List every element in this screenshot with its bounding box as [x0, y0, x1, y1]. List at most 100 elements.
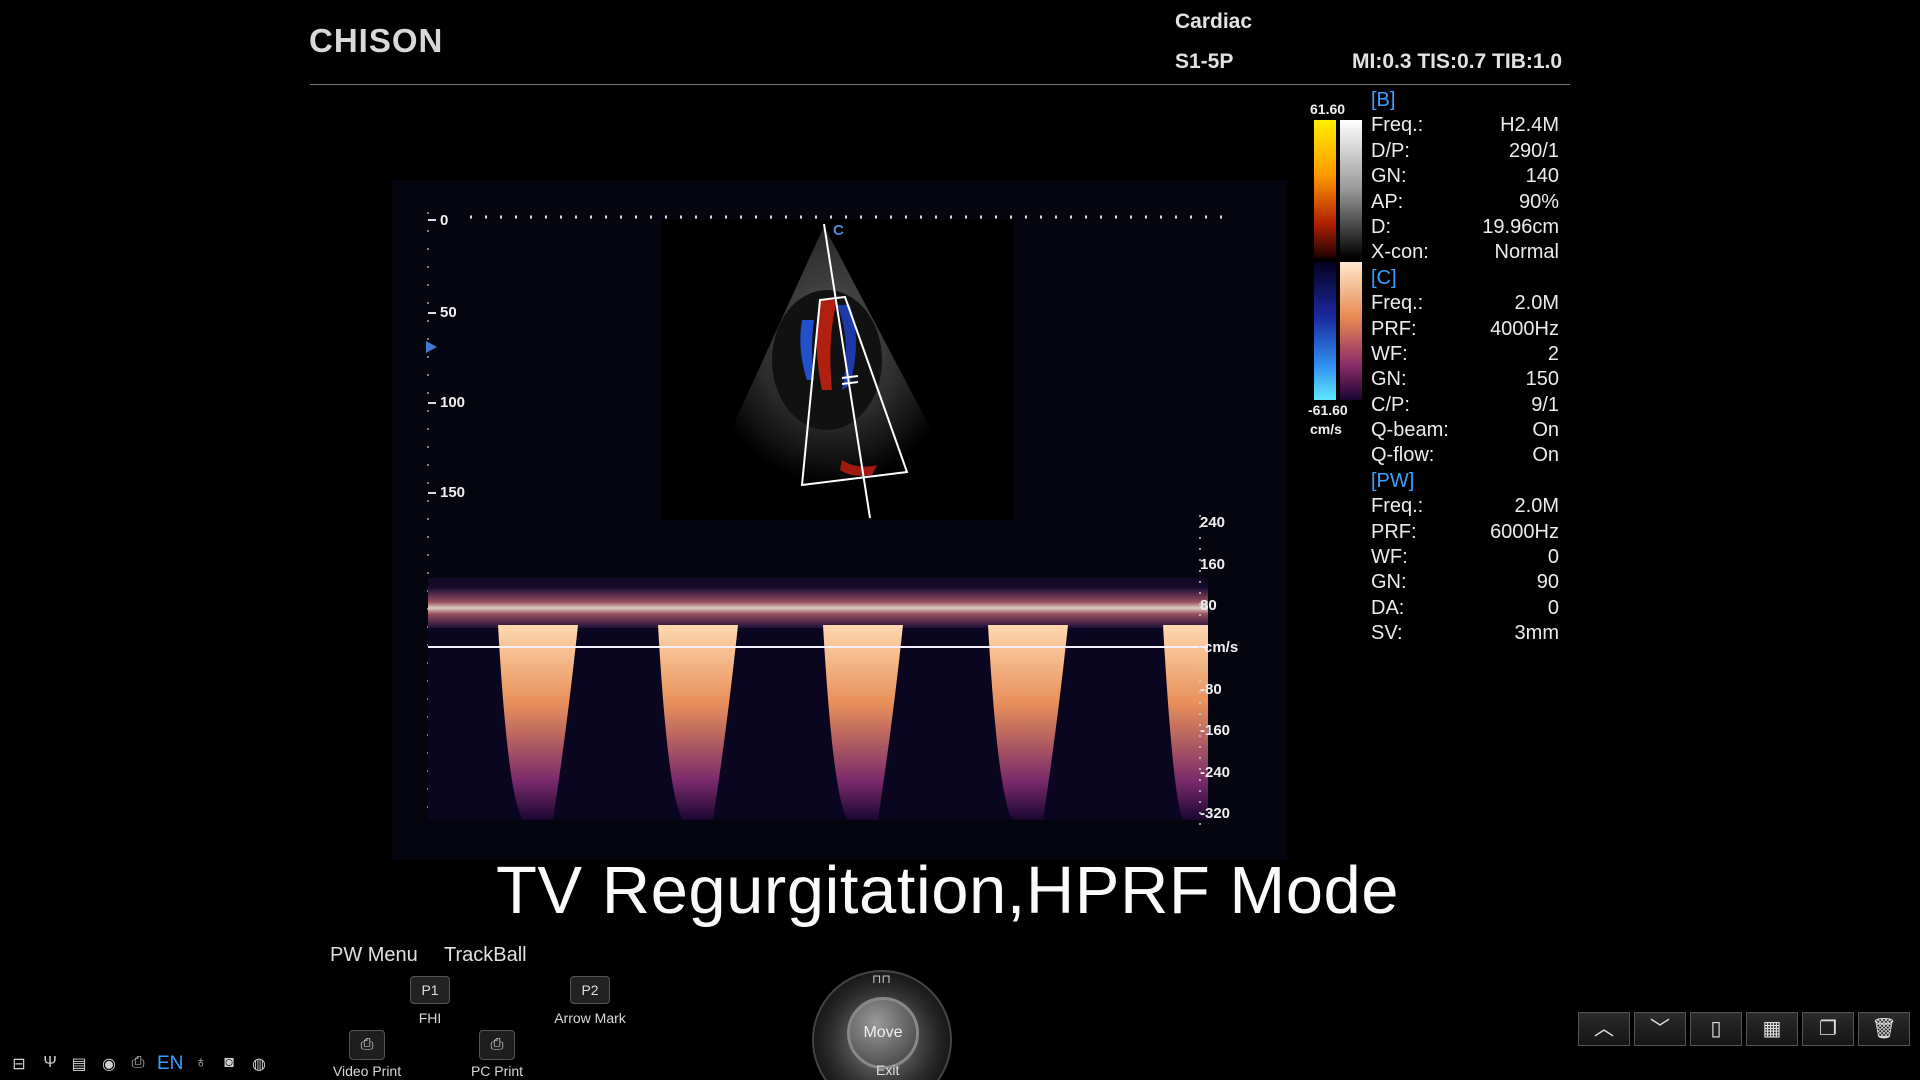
param-row: PRF: 6000Hz [1371, 520, 1559, 545]
depth-major-tick [428, 312, 436, 314]
depth-major-tick [428, 402, 436, 404]
review-icon: ❐ [1819, 1018, 1837, 1040]
depth-label: 0 [440, 212, 449, 229]
param-value: 2.0M [1514, 495, 1559, 518]
param-row: DA: 0 [1371, 596, 1559, 621]
dvr-icon: ◙ [224, 1054, 234, 1071]
single-layout-button[interactable]: ▯ [1690, 1012, 1742, 1046]
single-layout-icon: ▯ [1710, 1018, 1722, 1040]
trackball-exit-label[interactable]: Exit [876, 1062, 899, 1078]
param-key: D/P: [1371, 139, 1410, 162]
depth-major-tick [428, 219, 436, 221]
param-key: PRF: [1371, 520, 1417, 543]
quad-layout-icon: ▦ [1762, 1018, 1782, 1040]
sector-label: C [833, 222, 844, 239]
depth-label: 150 [440, 484, 466, 501]
param-key: GN: [1371, 368, 1407, 391]
param-value: 6000Hz [1490, 520, 1559, 543]
velocity-label: -160 [1200, 722, 1231, 739]
param-key: D: [1371, 215, 1391, 238]
param-row: AP: 90% [1371, 190, 1559, 215]
color-bar-min: -61.60 [1308, 402, 1348, 418]
param-value: 2.0M [1514, 292, 1559, 315]
param-value: 2 [1547, 342, 1559, 365]
color-map-negative [1314, 262, 1336, 400]
param-row: GN: 140 [1371, 164, 1559, 189]
depth-major-tick [428, 492, 436, 494]
video-print-button[interactable]: ⎙ [349, 1030, 385, 1060]
param-key: DA: [1371, 596, 1405, 619]
p2-key-label: Arrow Mark [554, 1010, 626, 1026]
param-row: Freq.: 2.0M [1371, 291, 1559, 316]
trackball-move-button[interactable]: Move [847, 997, 919, 1069]
param-key: X-con: [1371, 241, 1429, 264]
param-row: Freq.: H2.4M [1371, 113, 1559, 138]
param-value: 140 [1525, 165, 1559, 188]
safety-indices: MI:0.3 TIS:0.7 TIB:1.0 [1352, 50, 1563, 73]
velocity-label: -240 [1200, 764, 1231, 781]
param-key: SV: [1371, 622, 1403, 645]
pw-mode-section-title: [PW] [1371, 469, 1415, 492]
video-print-label: Video Print [332, 1063, 402, 1079]
param-row: C/P: 9/1 [1371, 393, 1559, 418]
velocity-label: 240 [1200, 514, 1226, 531]
velocity-label: 80 [1200, 597, 1217, 614]
mouse-icon: ◉ [102, 1056, 116, 1073]
delete-button[interactable]: 🗑 [1858, 1012, 1910, 1046]
storage-icon: ▤ [71, 1056, 87, 1073]
trackball-top-icon: ⊓⊓ [872, 972, 891, 986]
focus-marker-icon[interactable] [426, 341, 437, 353]
usb-icon: Ψ [43, 1054, 57, 1071]
b-mode-section-title: [B] [1371, 89, 1396, 111]
pw-doppler-spectrum [428, 578, 1208, 820]
param-value: 150 [1525, 368, 1559, 391]
review-button[interactable]: ❐ [1802, 1012, 1854, 1046]
param-row: WF: 0 [1371, 545, 1559, 570]
param-row: PRF: 4000Hz [1371, 317, 1559, 342]
probe-model: S1-5P [1175, 50, 1234, 73]
velocity-unit: cm/s [1204, 639, 1239, 656]
velocity-label: -80 [1200, 681, 1222, 698]
param-value: On [1532, 419, 1559, 442]
velocity-label: -320 [1200, 805, 1231, 822]
param-value: 4000Hz [1490, 317, 1559, 340]
imaging-parameters-panel: [B] Freq.: H2.4M D/P: 290/1 GN: 140 AP: 90% … [1371, 88, 1559, 647]
image-caption: TV Regurgitation,HPRF Mode [496, 853, 1399, 928]
param-value: H2.4M [1500, 114, 1559, 137]
delete-icon: 🗑 [1871, 1018, 1897, 1040]
quad-layout-button[interactable]: ▦ [1746, 1012, 1798, 1046]
p1-key[interactable]: P1 [410, 976, 450, 1004]
color-roi-box[interactable] [662, 220, 1014, 520]
page-up-button[interactable]: ︿ [1578, 1012, 1630, 1046]
param-value: On [1532, 444, 1559, 467]
param-key: Freq.: [1371, 495, 1424, 518]
param-row: Q-flow: On [1371, 443, 1559, 468]
param-value: 290/1 [1508, 139, 1559, 162]
page-down-button[interactable]: ﹀ [1634, 1012, 1686, 1046]
color-mode-section-title: [C] [1371, 266, 1397, 289]
color-map-positive [1314, 120, 1336, 258]
print-icon: ⎙ [490, 1036, 504, 1053]
header-divider [310, 84, 1570, 85]
page-down-icon: ﹀ [1650, 1018, 1670, 1040]
pw-menu-title: PW Menu [330, 944, 418, 966]
param-value: 90% [1518, 190, 1559, 213]
globe-icon: ◍ [252, 1056, 266, 1073]
param-key: WF: [1371, 546, 1408, 569]
language-indicator[interactable]: EN [157, 1053, 183, 1075]
param-value: 3mm [1514, 622, 1559, 645]
param-row: D/P: 290/1 [1371, 139, 1559, 164]
page-up-icon: ︿ [1594, 1018, 1614, 1040]
probe-icon: ♁ [195, 1054, 207, 1071]
param-row: GN: 90 [1371, 570, 1559, 595]
param-value: 9/1 [1531, 393, 1559, 416]
network-icon: ⊟ [12, 1056, 26, 1073]
param-key: Freq.: [1371, 292, 1424, 315]
param-key: Q-beam: [1371, 419, 1449, 442]
print-icon: ⎙ [360, 1036, 374, 1053]
param-key: PRF: [1371, 317, 1417, 340]
pc-print-button[interactable]: ⎙ [479, 1030, 515, 1060]
p2-key[interactable]: P2 [570, 976, 610, 1004]
param-value: Normal [1494, 241, 1559, 264]
param-row: Freq.: 2.0M [1371, 494, 1559, 519]
